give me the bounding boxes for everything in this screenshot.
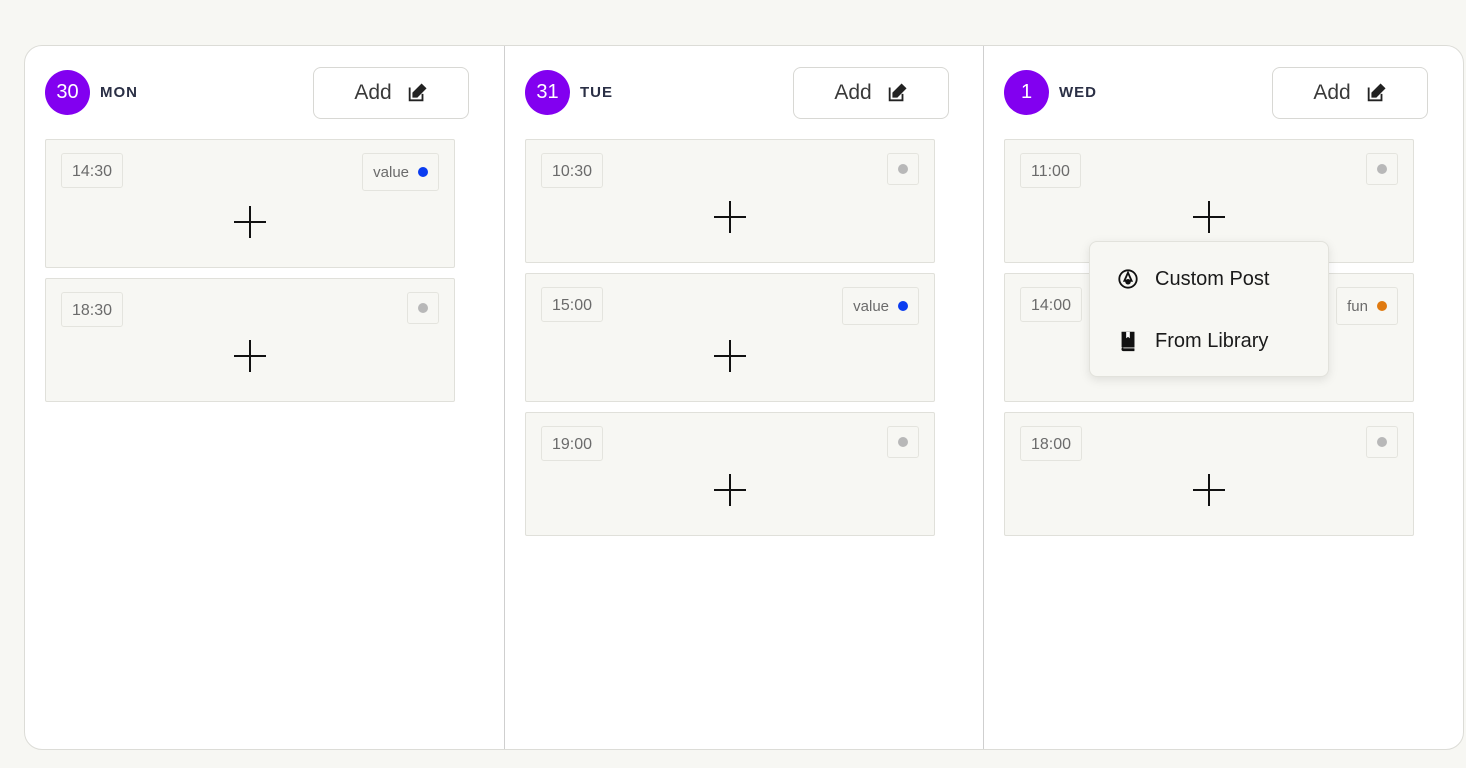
add-post-plus-icon[interactable] xyxy=(234,340,266,372)
add-button[interactable]: Add xyxy=(313,67,469,119)
time-chip: 10:30 xyxy=(541,153,604,188)
time-chip: 14:00 xyxy=(1020,287,1083,322)
add-button[interactable]: Add xyxy=(793,67,949,119)
menu-item-label: From Library xyxy=(1155,329,1269,352)
add-post-plus-icon[interactable] xyxy=(714,474,746,506)
add-button-label: Add xyxy=(354,81,392,104)
tag-dot xyxy=(418,303,428,313)
time-chip: 19:00 xyxy=(541,426,604,461)
add-button-label: Add xyxy=(1313,81,1351,104)
tag-chip[interactable] xyxy=(887,153,919,185)
day-name: WED xyxy=(1059,84,1097,101)
menu-item-label: Custom Post xyxy=(1155,267,1270,290)
add-post-dropdown-menu: Custom Post From Library xyxy=(1089,241,1329,377)
tag-dot xyxy=(898,301,908,311)
edit-icon xyxy=(408,83,427,102)
edit-icon xyxy=(888,83,907,102)
day-number-badge: 31 xyxy=(525,70,570,115)
time-slot[interactable]: 19:00 xyxy=(525,412,935,536)
edit-icon xyxy=(1367,83,1386,102)
tag-label: fun xyxy=(1347,297,1368,315)
add-post-plus-icon[interactable] xyxy=(1193,474,1225,506)
tag-label: value xyxy=(853,297,889,315)
add-post-plus-icon[interactable] xyxy=(1193,201,1225,233)
add-button[interactable]: Add xyxy=(1272,67,1428,119)
tag-chip[interactable]: value xyxy=(842,287,919,325)
time-slot[interactable]: 18:30 xyxy=(45,278,455,402)
menu-item-from-library[interactable]: From Library xyxy=(1090,316,1328,366)
tag-chip[interactable] xyxy=(1366,153,1398,185)
tag-dot xyxy=(1377,164,1387,174)
day-column-mon: 30 MON Add 14:30 value 18:30 xyxy=(25,46,504,749)
tag-chip[interactable]: fun xyxy=(1336,287,1398,325)
add-button-label: Add xyxy=(834,81,872,104)
menu-item-custom-post[interactable]: Custom Post xyxy=(1090,254,1328,304)
time-slot[interactable]: 10:30 xyxy=(525,139,935,263)
day-name: MON xyxy=(100,84,138,101)
add-post-plus-icon[interactable] xyxy=(714,201,746,233)
tag-label: value xyxy=(373,163,409,181)
time-chip: 14:30 xyxy=(61,153,124,188)
calendar-board: 30 MON Add 14:30 value 18:30 31 TUE Add xyxy=(24,45,1464,750)
day-name: TUE xyxy=(580,84,613,101)
day-number-badge: 30 xyxy=(45,70,90,115)
tag-dot xyxy=(898,437,908,447)
tag-dot xyxy=(418,167,428,177)
add-post-plus-icon[interactable] xyxy=(714,340,746,372)
time-chip: 11:00 xyxy=(1020,153,1081,188)
time-slot[interactable]: 18:00 xyxy=(1004,412,1414,536)
time-chip: 18:30 xyxy=(61,292,124,327)
tag-dot xyxy=(898,164,908,174)
time-chip: 18:00 xyxy=(1020,426,1083,461)
day-number-badge: 1 xyxy=(1004,70,1049,115)
tag-chip[interactable] xyxy=(1366,426,1398,458)
book-icon xyxy=(1121,331,1135,352)
tag-dot xyxy=(1377,301,1387,311)
time-slot[interactable]: 15:00 value xyxy=(525,273,935,402)
add-post-plus-icon[interactable] xyxy=(234,206,266,238)
time-slot[interactable]: 14:30 value xyxy=(45,139,455,268)
time-chip: 15:00 xyxy=(541,287,604,322)
day-column-tue: 31 TUE Add 10:30 15:00 value 19:00 xyxy=(504,46,983,749)
day-column-wed: 1 WED Add 11:00 14:00 fun 18:00 xyxy=(983,46,1462,749)
tag-dot xyxy=(1377,437,1387,447)
tag-chip[interactable] xyxy=(407,292,439,324)
tag-chip[interactable]: value xyxy=(362,153,439,191)
pen-nib-circle-icon xyxy=(1118,269,1138,289)
tag-chip[interactable] xyxy=(887,426,919,458)
